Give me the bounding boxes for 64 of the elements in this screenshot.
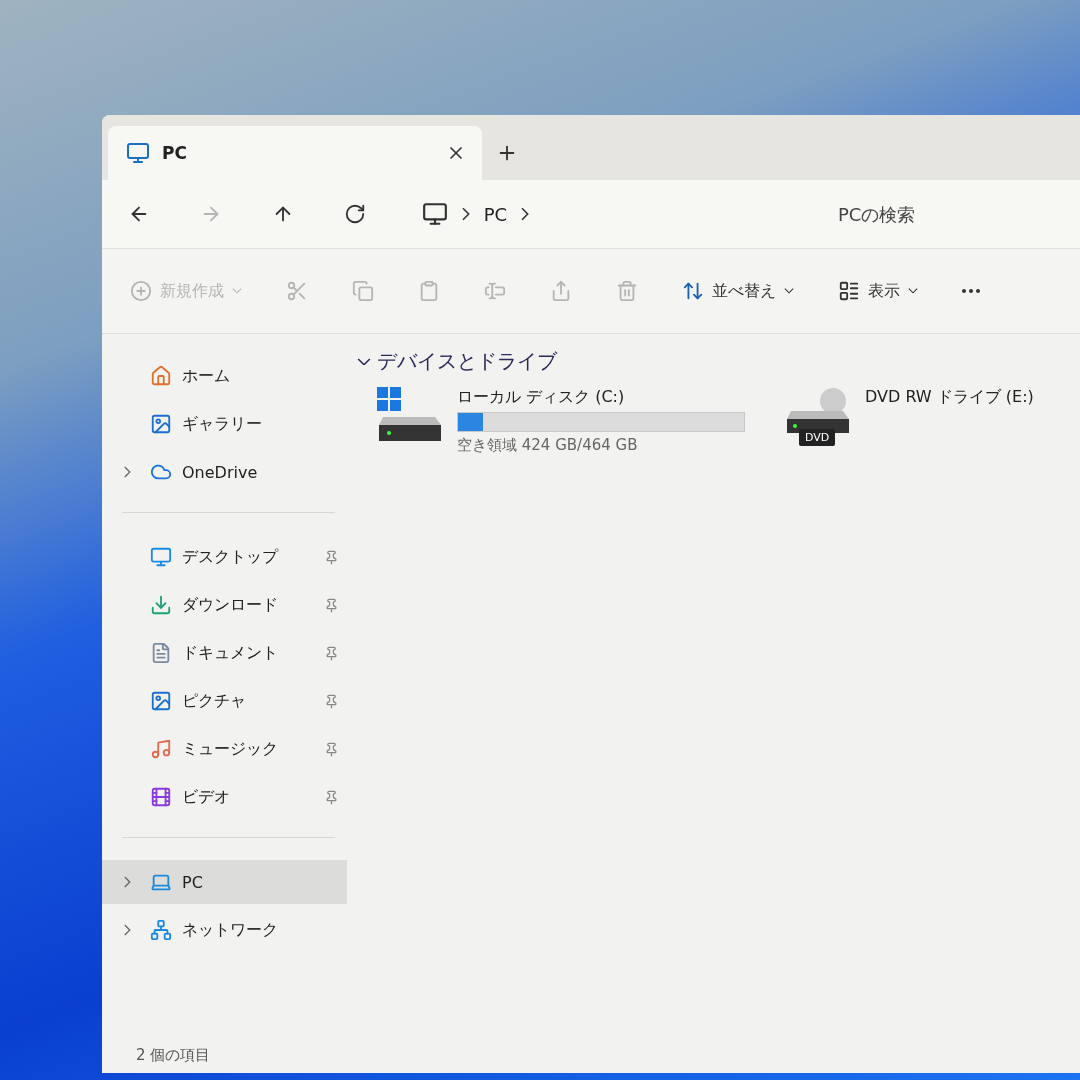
sidebar-item[interactable]: ネットワーク	[102, 908, 347, 952]
dropdown-caret-icon	[784, 288, 794, 294]
item-count: 2 個の項目	[136, 1045, 211, 1065]
cut-icon	[286, 280, 308, 302]
desktop-icon	[150, 546, 172, 568]
dropdown-caret-icon	[908, 288, 918, 294]
sidebar-item[interactable]: ミュージック	[102, 727, 347, 771]
sidebar-label: OneDrive	[182, 462, 259, 482]
paste-icon	[418, 280, 440, 302]
view-button[interactable]: 表示	[834, 276, 922, 306]
chevron-icon	[462, 207, 470, 221]
sidebar-item[interactable]: ギャラリー	[102, 402, 347, 446]
sidebar-label: ダウンロード	[182, 594, 279, 616]
picture-icon	[150, 690, 172, 712]
sort-icon	[682, 280, 704, 302]
section-header[interactable]: デバイスとドライブ	[357, 348, 1080, 375]
rename-icon	[484, 280, 506, 302]
sidebar-label: ミュージック	[182, 738, 279, 760]
gallery-icon	[150, 413, 172, 435]
more-icon	[962, 289, 980, 293]
chevron-icon[interactable]	[521, 207, 529, 221]
copy-icon	[352, 280, 374, 302]
view-icon	[838, 280, 860, 302]
sidebar-item[interactable]: ダウンロード	[102, 583, 347, 627]
sidebar-item[interactable]: デスクトップ	[102, 535, 347, 579]
drive-item[interactable]: DVD DVD RW ドライブ (E:)	[785, 387, 1034, 455]
sidebar-item[interactable]: OneDrive	[102, 450, 347, 494]
dropdown-caret-icon	[232, 288, 242, 294]
sort-button[interactable]: 並べ替え	[678, 276, 798, 306]
sidebar-label: ドキュメント	[182, 642, 279, 664]
sidebar-label: ギャラリー	[182, 413, 263, 435]
sidebar-label: ピクチャ	[182, 690, 247, 712]
video-icon	[150, 786, 172, 808]
document-icon	[150, 642, 172, 664]
sidebar-item[interactable]: PC	[102, 860, 347, 904]
home-icon	[150, 365, 172, 387]
tab-title: PC	[162, 143, 188, 163]
sidebar-label: ビデオ	[182, 786, 231, 808]
free-space-text: 空き領域 424 GB/464 GB	[457, 436, 639, 455]
sidebar-label: ホーム	[182, 365, 231, 387]
monitor-icon	[422, 201, 448, 227]
sidebar-item[interactable]: ドキュメント	[102, 631, 347, 675]
sidebar-item[interactable]: ビデオ	[102, 775, 347, 819]
drive-name: ローカル ディスク (C:)	[457, 387, 626, 408]
chevron-icon	[357, 357, 371, 366]
network-icon	[150, 919, 172, 941]
monitor-icon	[126, 141, 150, 165]
drive-item[interactable]: ローカル ディスク (C:) 空き領域 424 GB/464 GB	[377, 387, 745, 455]
sidebar-item[interactable]: ピクチャ	[102, 679, 347, 723]
sidebar-item[interactable]: ホーム	[102, 354, 347, 398]
share-icon	[550, 280, 572, 302]
drive-name: DVD RW ドライブ (E:)	[865, 387, 1034, 408]
download-icon	[150, 594, 172, 616]
breadcrumb-item[interactable]: PC	[483, 203, 508, 225]
sidebar-label: PC	[182, 872, 204, 892]
music-icon	[150, 738, 172, 760]
dvd-label: DVD	[799, 429, 836, 446]
sidebar-label: デスクトップ	[182, 546, 280, 568]
sidebar-label: ネットワーク	[182, 919, 279, 941]
new-icon	[130, 280, 152, 302]
delete-icon	[616, 280, 638, 302]
search-field[interactable]: PCの検索	[836, 202, 1070, 226]
drive-icon	[377, 387, 443, 443]
tab[interactable]: PC	[108, 126, 482, 180]
